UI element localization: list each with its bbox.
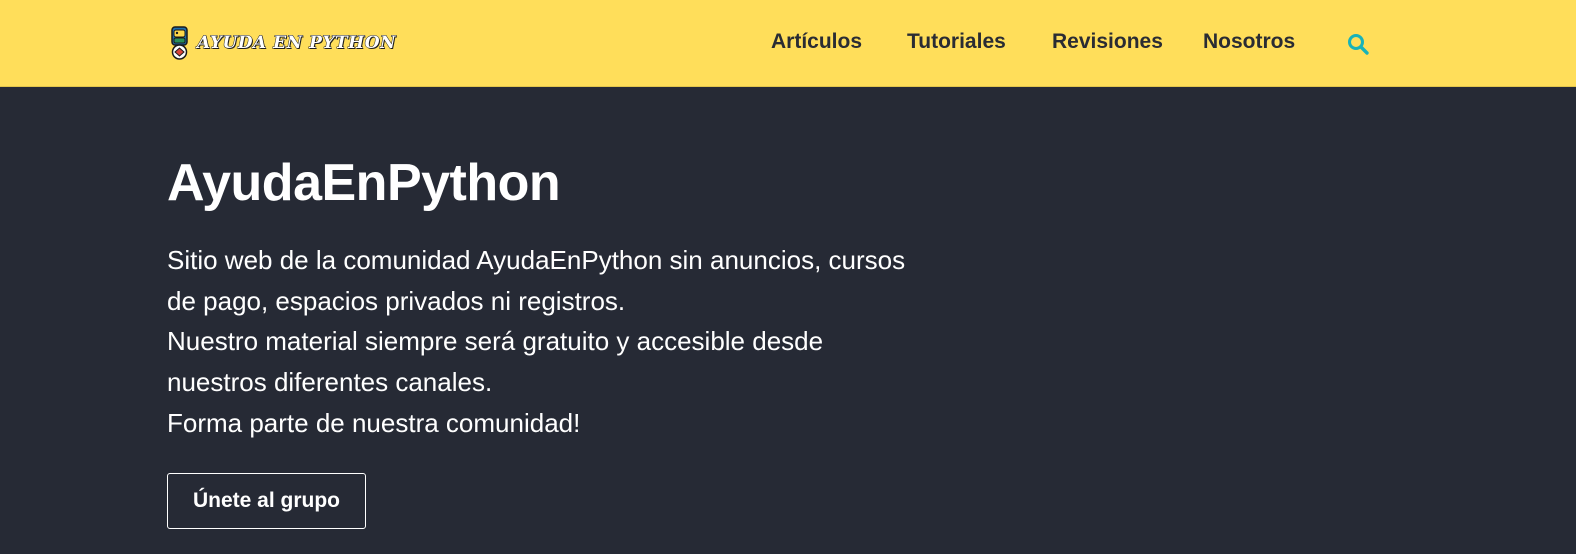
search-icon <box>1348 34 1369 55</box>
join-group-button[interactable]: Únete al grupo <box>167 473 366 529</box>
nav-item-articulos[interactable]: Artículos <box>771 30 862 54</box>
nav-item-tutoriales[interactable]: Tutoriales <box>907 30 1006 54</box>
hero-description: Sitio web de la comunidad AyudaEnPython … <box>167 240 947 444</box>
hero-line: Forma parte de nuestra comunidad! <box>167 407 581 438</box>
top-navigation-bar: AYUDA EN PYTHON Artículos Tutoriales Rev… <box>0 0 1576 87</box>
hero-line: nuestros diferentes canales. <box>167 367 493 398</box>
nav-item-nosotros[interactable]: Nosotros <box>1203 30 1295 54</box>
hero-line: Sitio web de la comunidad AyudaEnPython … <box>167 245 906 275</box>
main-nav: Artículos Tutoriales Revisiones Nosotros <box>0 0 1576 87</box>
hero-line: Nuestro material siempre será gratuito y… <box>167 326 824 357</box>
hero-section: AyudaEnPython Sitio web de la comunidad … <box>167 150 967 444</box>
search-button[interactable] <box>1344 30 1372 58</box>
nav-item-revisiones[interactable]: Revisiones <box>1052 30 1163 54</box>
hero-line: de pago, espacios privados ni registros. <box>167 285 626 316</box>
hero-title: AyudaEnPython <box>167 154 561 212</box>
